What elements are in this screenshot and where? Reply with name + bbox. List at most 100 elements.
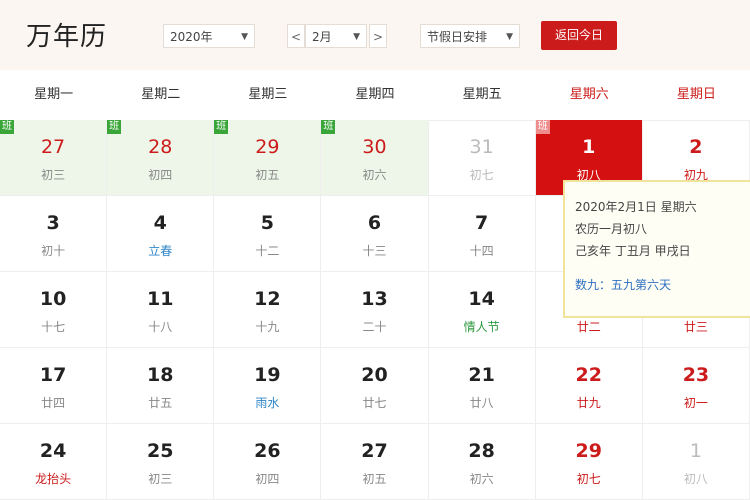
day-number: 31: [469, 136, 494, 158]
workday-badge: 班: [214, 120, 229, 134]
day-number: 4: [153, 212, 167, 234]
back-to-today-button[interactable]: 返回今日: [541, 21, 617, 50]
lunar-date: 龙抬头: [35, 472, 72, 486]
day-cell[interactable]: 3 初十: [0, 196, 108, 272]
chevron-down-icon: ▼: [241, 32, 248, 42]
lunar-date: 初四: [255, 472, 280, 486]
day-number: 13: [361, 288, 388, 310]
day-cell[interactable]: 26 初四: [214, 424, 322, 500]
day-cell[interactable]: 19 雨水: [214, 348, 322, 424]
day-cell[interactable]: 31 初七: [428, 120, 536, 196]
day-cell[interactable]: 班 27 初三: [0, 120, 108, 196]
day-number: 10: [39, 288, 67, 310]
year-select-value: 2020年: [170, 30, 213, 44]
lunar-date: 廿八: [469, 396, 494, 410]
day-cell[interactable]: 22 廿九: [535, 348, 643, 424]
lunar-date: 初六: [362, 168, 387, 182]
lunar-date: 初三: [41, 168, 66, 182]
year-select[interactable]: 2020年 ▼: [163, 24, 255, 48]
day-number: 30: [362, 136, 387, 158]
weekday-label: 星期四: [355, 87, 395, 102]
day-cell[interactable]: 25 初三: [107, 424, 215, 500]
month-select-value: 2月: [312, 30, 332, 44]
lunar-date: 廿五: [148, 396, 173, 410]
day-cell[interactable]: 班 30 初六: [321, 120, 429, 196]
day-number: 19: [254, 364, 281, 386]
day-cell[interactable]: 21 廿八: [428, 348, 536, 424]
lunar-date: 廿二: [576, 320, 601, 334]
lunar-date: 十七: [41, 320, 66, 334]
day-number: 27: [361, 440, 388, 462]
day-cell[interactable]: 5 十二: [214, 196, 322, 272]
lunar-date: 初三: [148, 472, 173, 486]
day-number: 21: [468, 364, 495, 386]
weekday-label: 星期一: [34, 87, 74, 102]
day-number: 14: [468, 288, 495, 310]
holiday-select[interactable]: 节假日安排 ▼: [420, 24, 520, 48]
day-number: 28: [468, 440, 495, 462]
day-number: 29: [255, 136, 280, 158]
lunar-date: 初八: [683, 472, 708, 486]
workday-badge: 班: [107, 120, 122, 134]
lunar-date: 初十: [41, 244, 66, 258]
day-number: 26: [254, 440, 281, 462]
lunar-date: 二十: [362, 320, 387, 334]
day-number: 12: [254, 288, 281, 310]
day-number: 27: [40, 136, 66, 158]
day-cell[interactable]: 7 十四: [428, 196, 536, 272]
day-cell[interactable]: 11 十八: [107, 272, 215, 348]
day-number: 11: [146, 288, 174, 310]
next-month-button[interactable]: >: [369, 24, 387, 48]
workday-badge: 班: [0, 120, 14, 134]
day-cell[interactable]: 4 立春: [107, 196, 215, 272]
lunar-date: 初七: [469, 168, 494, 182]
day-cell[interactable]: 29 初七: [535, 424, 643, 500]
weekday-label: 星期二: [141, 87, 181, 102]
weekday-label: 星期六: [569, 87, 609, 102]
holiday-select-value: 节假日安排: [427, 30, 488, 44]
lunar-date: 廿九: [576, 396, 601, 410]
day-cell[interactable]: 18 廿五: [107, 348, 215, 424]
workday-badge: 班: [321, 120, 336, 134]
lunar-date: 初七: [576, 472, 601, 486]
day-number: 25: [146, 440, 174, 462]
lunar-date: 初四: [148, 168, 173, 182]
day-cell[interactable]: 6 十三: [321, 196, 429, 272]
day-cell[interactable]: 23 初一: [642, 348, 750, 424]
lunar-date: 十四: [469, 244, 494, 258]
header-bar: 万年历 2020年 ▼ < 2月 ▼ > 节假日安排 ▼ 返回今日: [0, 0, 750, 70]
day-cell[interactable]: 27 初五: [321, 424, 429, 500]
day-cell[interactable]: 12 十九: [214, 272, 322, 348]
day-cell[interactable]: 24 龙抬头: [0, 424, 108, 500]
lunar-date: 十九: [255, 320, 280, 334]
chevron-down-icon: ▼: [506, 32, 513, 42]
lunar-date: 初五: [362, 472, 387, 486]
prev-month-button[interactable]: <: [287, 24, 305, 48]
day-cell[interactable]: 28 初六: [428, 424, 536, 500]
day-cell[interactable]: 17 廿四: [0, 348, 108, 424]
day-number: 1: [689, 440, 702, 462]
day-cell[interactable]: 14 情人节: [428, 272, 536, 348]
tooltip-ganzhi: 己亥年 丁丑月 甲戌日: [575, 244, 691, 258]
lunar-date: 廿七: [362, 396, 387, 410]
day-cell[interactable]: 13 二十: [321, 272, 429, 348]
lunar-date: 廿三: [683, 320, 708, 334]
day-number: 3: [46, 212, 60, 234]
day-number: 17: [39, 364, 67, 386]
day-number: 5: [260, 212, 274, 234]
tooltip-lunar-date: 农历一月初八: [575, 222, 648, 236]
day-cell[interactable]: 10 十七: [0, 272, 108, 348]
day-number: 23: [682, 364, 710, 386]
month-select[interactable]: 2月 ▼: [305, 24, 367, 48]
lunar-date: 立春: [148, 244, 173, 258]
day-cell[interactable]: 班 28 初四: [107, 120, 215, 196]
day-cell[interactable]: 班 29 初五: [214, 120, 322, 196]
weekday-label: 星期五: [462, 87, 502, 102]
tooltip-shujiu-link[interactable]: 数九：五九第六天: [575, 274, 743, 296]
lunar-date: 初六: [469, 472, 494, 486]
lunar-date: 十八: [148, 320, 173, 334]
day-cell[interactable]: 20 廿七: [321, 348, 429, 424]
weekday-label: 星期三: [248, 87, 288, 102]
day-cell[interactable]: 1 初八: [642, 424, 750, 500]
lunar-date: 初五: [255, 168, 280, 182]
